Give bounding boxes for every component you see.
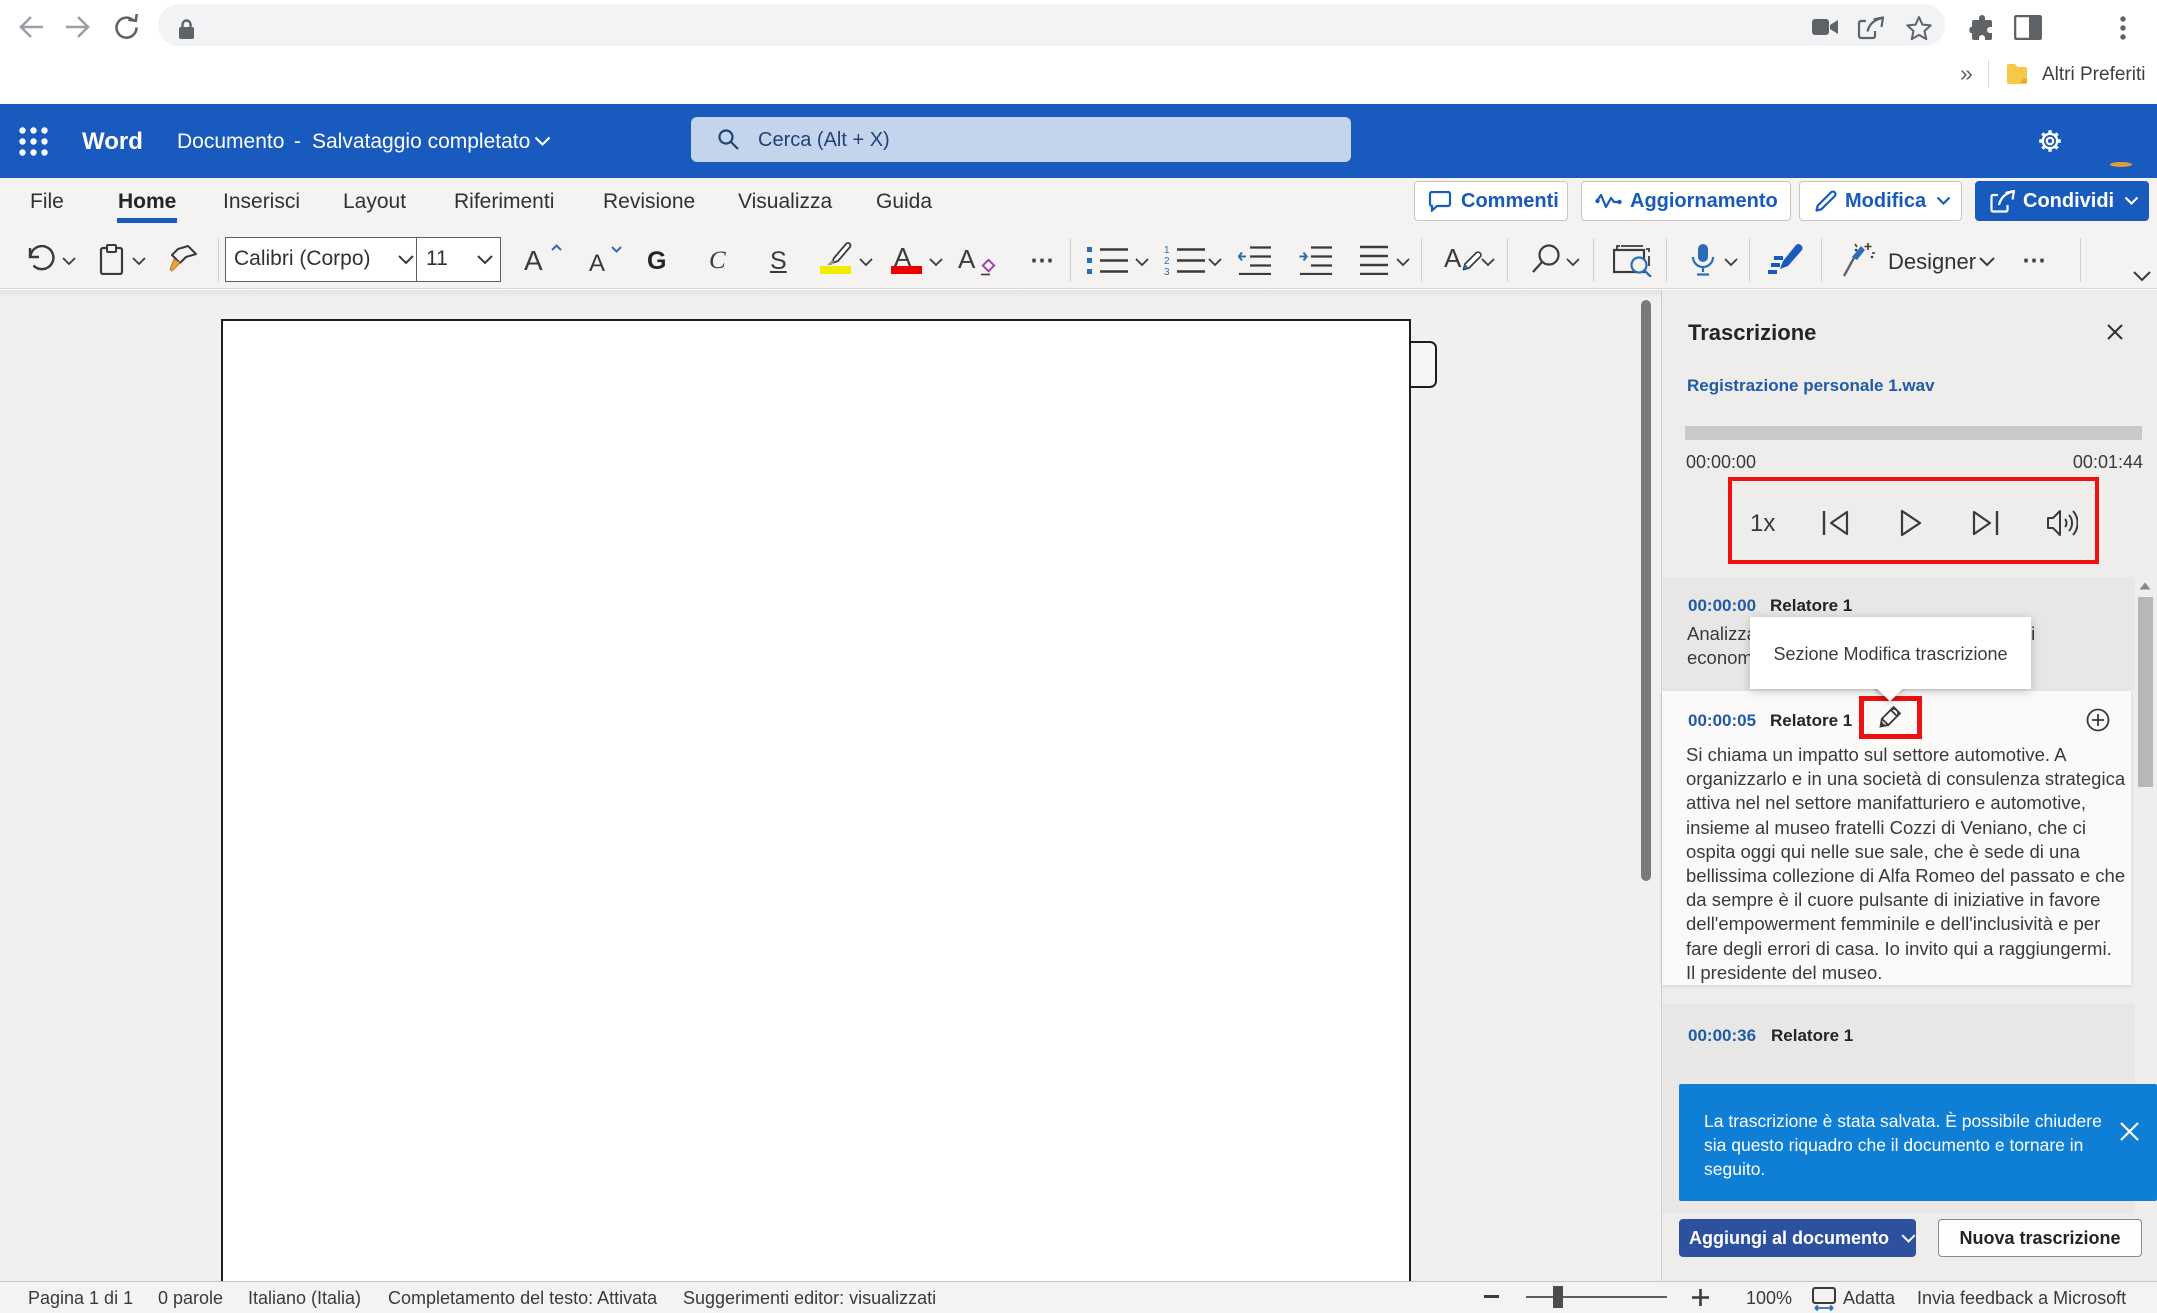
svg-text:2: 2 [1164,256,1170,267]
svg-text:1: 1 [1164,245,1170,256]
svg-text:3: 3 [1164,267,1170,276]
